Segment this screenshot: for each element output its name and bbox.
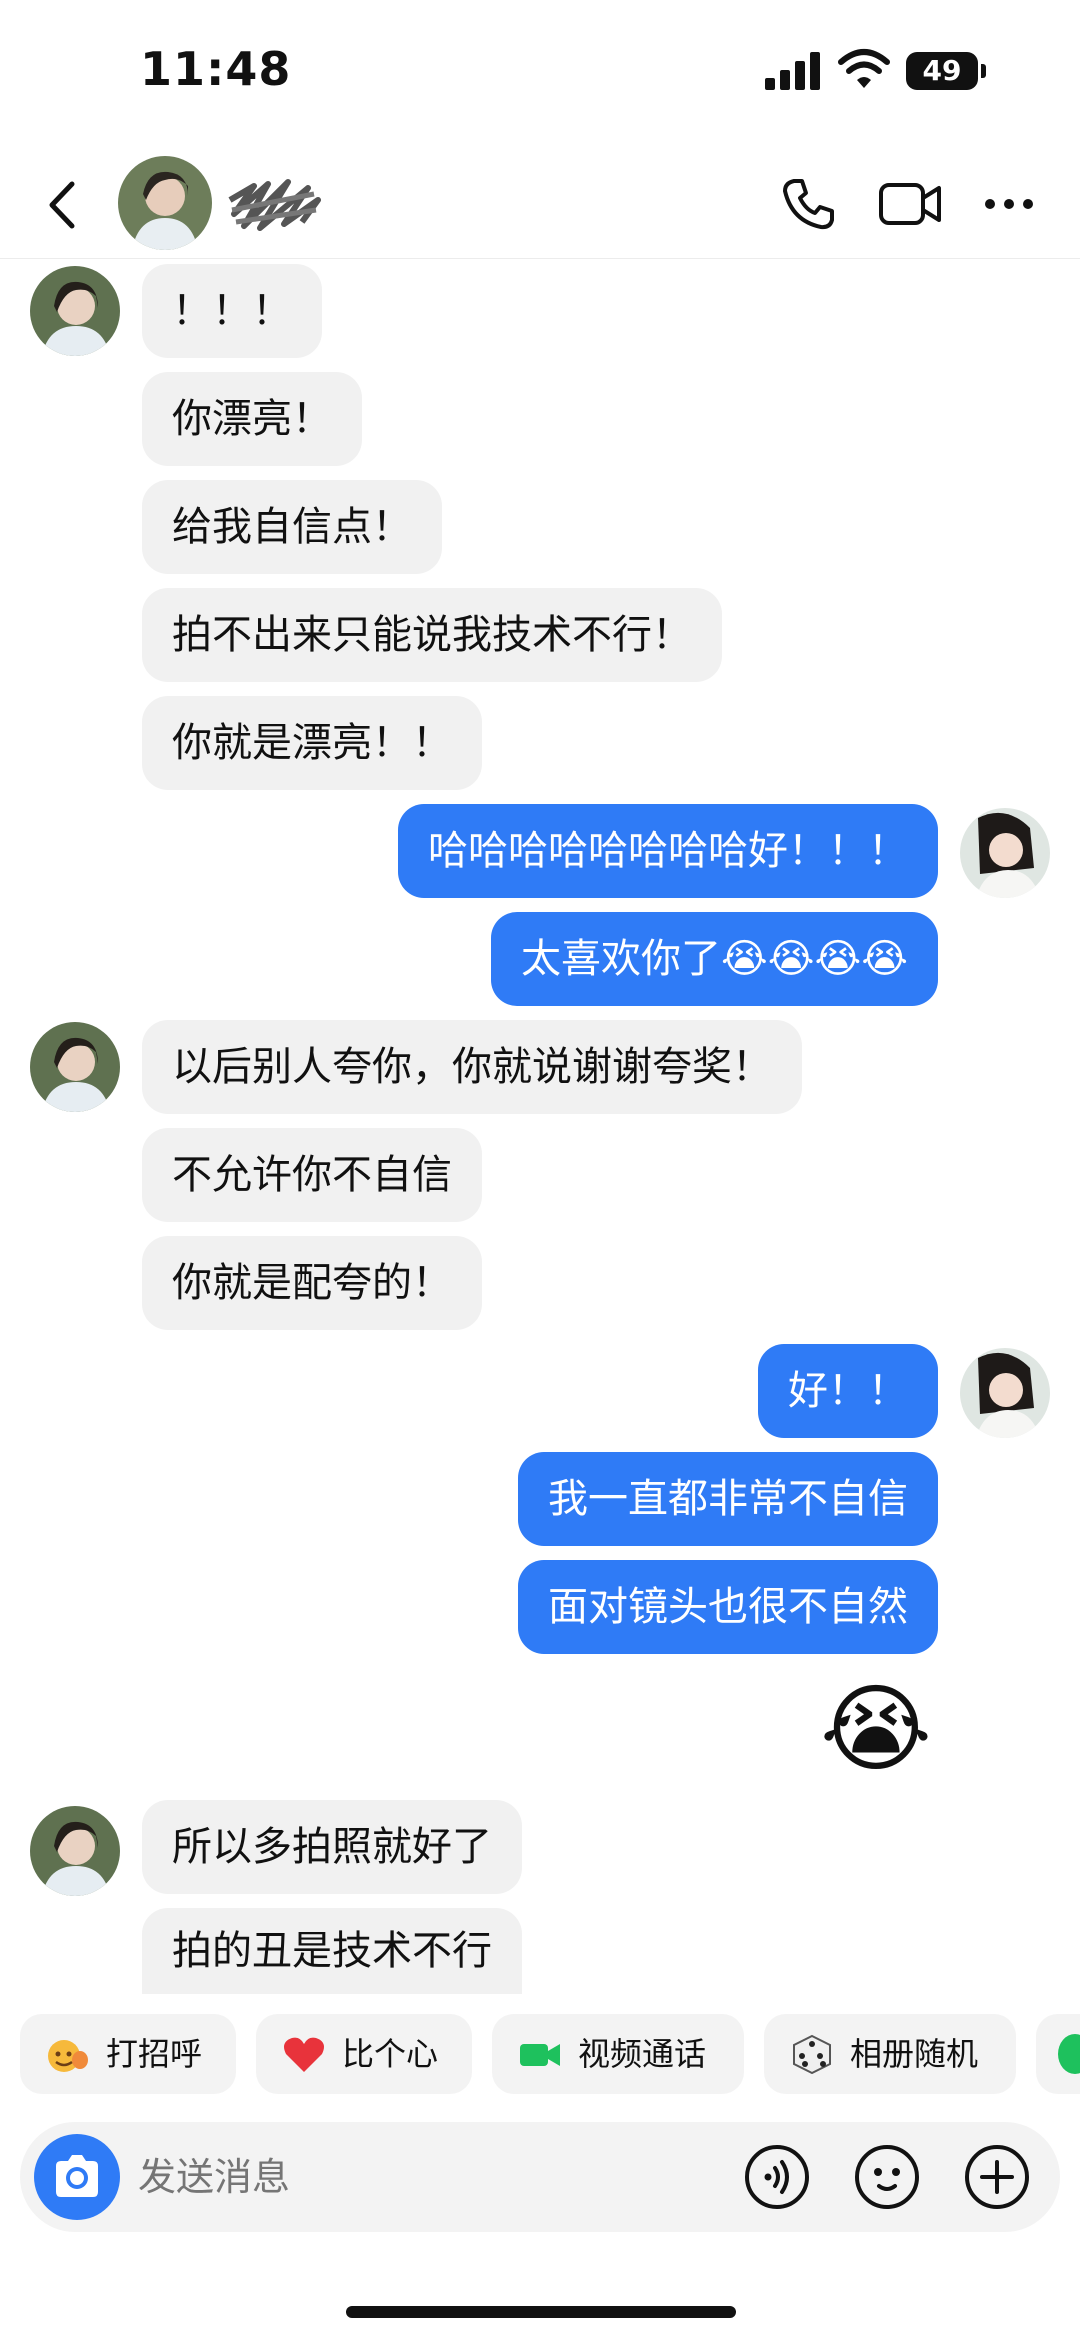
- camera-button[interactable]: [34, 2134, 120, 2220]
- dice-icon: [793, 2034, 831, 2074]
- crying-emoji-sticker[interactable]: 😭: [816, 1674, 936, 1784]
- my-avatar[interactable]: [960, 1348, 1050, 1438]
- phone-icon[interactable]: [780, 176, 836, 232]
- quick-action-random-album[interactable]: 相册随机: [764, 2014, 1016, 2094]
- status-bar: 11:48 49: [0, 0, 1080, 140]
- message-bubble[interactable]: 哈哈哈哈哈哈哈哈好！！！: [398, 804, 938, 898]
- status-time: 11:48: [140, 42, 292, 96]
- quick-action-label: 打招呼: [106, 2035, 203, 2073]
- quick-action-label: 视频通话: [578, 2035, 707, 2073]
- more-icon[interactable]: [984, 198, 1034, 210]
- message-bubble[interactable]: 太喜欢你了😭😭😭😭: [491, 912, 938, 1006]
- message-bubble[interactable]: 给我自信点！: [142, 480, 442, 574]
- quick-action-greet[interactable]: 打招呼: [20, 2014, 236, 2094]
- voice-message-icon[interactable]: [744, 2144, 810, 2210]
- add-icon[interactable]: [964, 2144, 1030, 2210]
- message-bubble[interactable]: 我一直都非常不自信: [518, 1452, 938, 1546]
- message-bubble[interactable]: 拍不出来只能说我技术不行！: [142, 588, 722, 682]
- quick-action-video-call[interactable]: 视频通话: [492, 2014, 744, 2094]
- friend-avatar[interactable]: [30, 1806, 120, 1896]
- message-bubble[interactable]: 你漂亮！: [142, 372, 362, 466]
- message-bubble[interactable]: 你就是配夸的！: [142, 1236, 482, 1330]
- message-bubble[interactable]: ！！！: [142, 264, 322, 358]
- message-bubble[interactable]: 拍的丑是技术不行: [142, 1908, 522, 1994]
- message-bubble[interactable]: 面对镜头也很不自然: [518, 1560, 938, 1654]
- emoji-icon[interactable]: [854, 2144, 920, 2210]
- heart-icon: [284, 2037, 324, 2072]
- battery-level: 49: [906, 52, 986, 90]
- message-input[interactable]: [138, 2122, 738, 2232]
- friend-avatar[interactable]: [30, 1022, 120, 1112]
- video-call-icon[interactable]: [878, 180, 942, 228]
- chat-header: [0, 150, 1080, 259]
- contact-name-redacted: [228, 179, 321, 231]
- wave-emoji-icon: [48, 2040, 88, 2072]
- wifi-icon: [838, 49, 890, 88]
- quick-actions-bar: 打招呼 比个心 视频通话 相册随机: [20, 2014, 1080, 2096]
- contact-avatar[interactable]: [118, 156, 212, 250]
- quick-action-more[interactable]: [1036, 2014, 1080, 2094]
- back-icon[interactable]: [40, 178, 84, 232]
- home-indicator[interactable]: [346, 2306, 736, 2318]
- quick-action-label: 比个心: [342, 2035, 439, 2073]
- message-bubble[interactable]: 所以多拍照就好了: [142, 1800, 522, 1894]
- message-bubble[interactable]: 你就是漂亮！！: [142, 696, 482, 790]
- message-bubble[interactable]: 好！！: [758, 1344, 938, 1438]
- message-bubble[interactable]: 以后别人夸你，你就说谢谢夸奖！: [142, 1020, 802, 1114]
- cellular-signal-icon: [765, 52, 821, 90]
- message-bubble[interactable]: 不允许你不自信: [142, 1128, 482, 1222]
- partial-icon: [1058, 2034, 1080, 2074]
- quick-action-label: 相册随机: [850, 2035, 979, 2073]
- quick-action-heart[interactable]: 比个心: [256, 2014, 472, 2094]
- my-avatar[interactable]: [960, 808, 1050, 898]
- video-camera-icon: [520, 2044, 560, 2066]
- message-input-bar: [20, 2122, 1060, 2232]
- friend-avatar[interactable]: [30, 266, 120, 356]
- camera-icon: [56, 2155, 98, 2197]
